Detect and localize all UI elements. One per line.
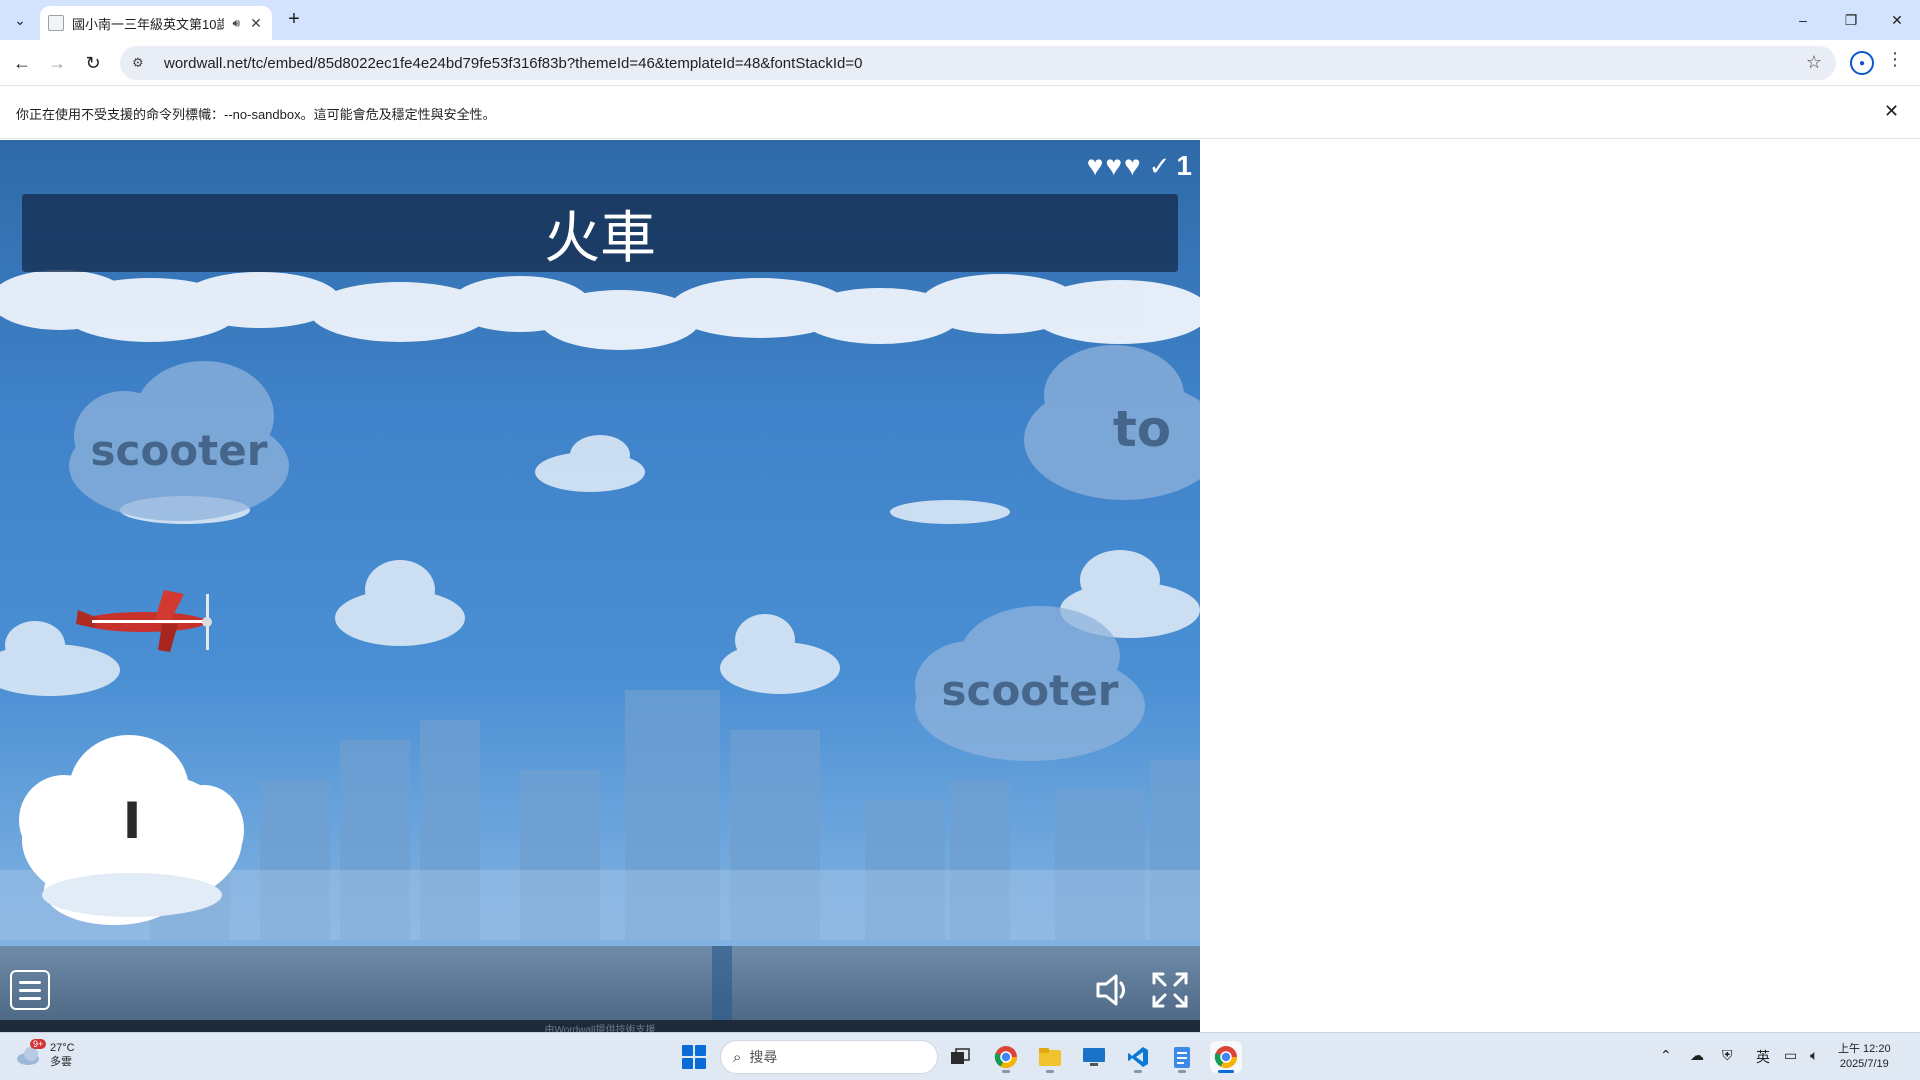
security-shield-icon[interactable]: ⛨ — [1722, 1047, 1733, 1064]
back-arrow-icon[interactable]: ← — [9, 50, 35, 76]
clock-date: 2025/7/19 — [1839, 1058, 1889, 1070]
answer-label: scooter — [90, 426, 268, 475]
windows-start-icon[interactable] — [682, 1045, 706, 1069]
answer-cloud[interactable]: to — [1014, 340, 1200, 510]
answer-cloud[interactable]: scooter — [64, 356, 294, 536]
powered-by-text[interactable]: 由Wordwall提供技術支援 — [0, 1021, 1200, 1032]
search-icon: ⌕ — [733, 1048, 742, 1066]
tray-chevron-icon[interactable]: ⌃ — [1660, 1047, 1672, 1064]
profile-avatar-icon[interactable]: ● — [1850, 51, 1874, 75]
wordwall-game-canvas[interactable]: 火車 ♥ ♥ ♥ ✓ 1 scooter to scooter I 由Wordw… — [0, 140, 1200, 1032]
speaker-sound-icon[interactable] — [1092, 970, 1132, 1010]
site-info-icon[interactable]: ⚙︎ — [132, 55, 154, 71]
network-icon[interactable]: ▭ — [1784, 1047, 1797, 1064]
fullscreen-icon[interactable] — [1150, 970, 1190, 1010]
browser-tab[interactable]: 國小南一三年級英文第10課 🔊︎ ✕ — [40, 6, 272, 40]
reload-icon[interactable]: ↻ — [80, 50, 106, 76]
volume-icon[interactable]: 🔈︎ — [1810, 1047, 1818, 1064]
ime-indicator[interactable]: 英 — [1756, 1047, 1770, 1067]
weather-badge: 9+ — [30, 1039, 47, 1049]
weather-temp: 27°C — [50, 1042, 75, 1054]
game-control-bar — [0, 946, 1200, 1020]
infobar-close-icon[interactable]: ✕ — [1884, 101, 1899, 122]
answer-label: scooter — [941, 666, 1119, 715]
new-tab-button[interactable]: + — [282, 8, 306, 32]
chrome-icon[interactable] — [990, 1041, 1022, 1073]
address-bar[interactable]: ⚙︎ wordwall.net/tc/embed/85d8022ec1fe4e2… — [120, 46, 1836, 80]
clock-time: 上午 12:20 — [1838, 1043, 1891, 1055]
page-blank-area — [1200, 140, 1920, 1032]
bookmark-star-icon[interactable]: ☆ — [1806, 52, 1822, 73]
system-clock[interactable]: 上午 12:20 2025/7/19 — [1838, 1042, 1891, 1072]
task-view-icon[interactable] — [944, 1041, 976, 1073]
hamburger-menu-icon[interactable] — [10, 970, 50, 1010]
weather-widget[interactable]: 9+ 27°C 多雲 — [16, 1039, 75, 1069]
close-window-button[interactable]: ✕ — [1874, 0, 1920, 40]
forward-arrow-icon[interactable]: → — [44, 50, 70, 76]
vscode-icon[interactable] — [1122, 1041, 1154, 1073]
browser-toolbar: ← → ↻ ⚙︎ wordwall.net/tc/embed/85d8022ec… — [0, 40, 1920, 86]
player-cloud[interactable]: I — [14, 730, 250, 930]
tab-close-icon[interactable]: ✕ — [248, 15, 264, 32]
url-text[interactable]: wordwall.net/tc/embed/85d8022ec1fe4e24bd… — [164, 55, 862, 72]
remote-desktop-icon[interactable] — [1078, 1041, 1110, 1073]
chrome-active-icon[interactable] — [1210, 1041, 1242, 1073]
onedrive-icon[interactable]: ☁︎ — [1690, 1047, 1704, 1064]
windows-taskbar: 9+ 27°C 多雲 ⌕ 搜尋 ⌃ ☁︎ ⛨ 英 ▭ 🔈︎ 上午 12:20 2… — [0, 1032, 1920, 1080]
search-placeholder: 搜尋 — [749, 1049, 778, 1065]
warning-infobar: 你正在使用不受支援的命令列標幟：--no-sandbox。這可能會危及穩定性與安… — [0, 87, 1920, 139]
cloudy-weather-icon: 9+ — [16, 1039, 47, 1067]
red-airplane-icon[interactable] — [74, 580, 224, 660]
control-bar-divider — [712, 946, 732, 1020]
player-letter: I — [122, 792, 142, 850]
taskbar-search-box[interactable]: ⌕ 搜尋 — [720, 1040, 938, 1074]
weather-condition: 多雲 — [50, 1056, 72, 1068]
answer-label: to — [1112, 400, 1172, 458]
restore-button[interactable]: ❐ — [1828, 0, 1874, 40]
minimize-button[interactable]: – — [1780, 0, 1826, 40]
infobar-message: 你正在使用不受支援的命令列標幟：--no-sandbox。這可能會危及穩定性與安… — [16, 107, 496, 122]
tab-title: 國小南一三年級英文第10課 — [72, 16, 225, 32]
browser-tab-strip: ⌄ 國小南一三年級英文第10課 🔊︎ ✕ + – ❐ ✕ — [0, 0, 1920, 40]
page-favicon-icon — [48, 15, 64, 31]
answer-cloud[interactable]: scooter — [910, 596, 1150, 776]
speaker-icon[interactable]: 🔊︎ — [232, 16, 240, 31]
file-explorer-icon[interactable] — [1034, 1041, 1066, 1073]
notepad-icon[interactable] — [1166, 1041, 1198, 1073]
tab-search-chevron-icon[interactable]: ⌄ — [8, 8, 32, 32]
browser-menu-icon[interactable]: ⋮ — [1886, 49, 1904, 70]
